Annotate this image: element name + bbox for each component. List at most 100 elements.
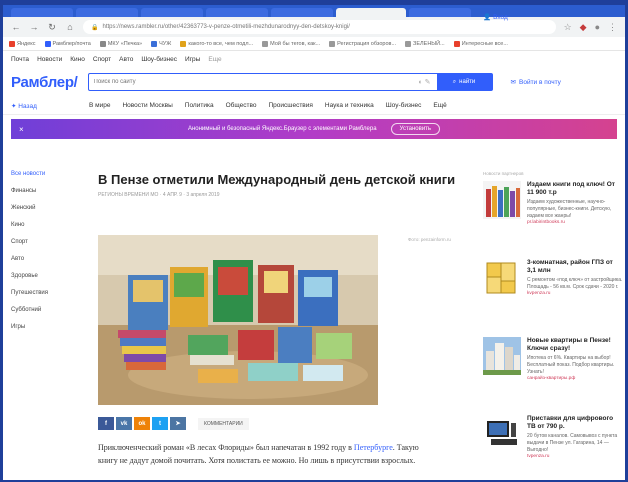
browser-tab-active[interactable] bbox=[336, 8, 406, 17]
section-science[interactable]: Наука и техника bbox=[325, 102, 374, 109]
left-nav-item[interactable]: Все новости bbox=[11, 171, 81, 188]
left-nav: Все новости Финансы Женский Кино Спорт А… bbox=[11, 171, 81, 341]
topnav-mail[interactable]: Почта bbox=[11, 56, 29, 63]
ad-card[interactable]: 3-комнатная, район ГПЗ от 3,1 млн С ремо… bbox=[483, 259, 623, 327]
left-nav-item[interactable]: Женский bbox=[11, 205, 81, 222]
bookmarks-bar: Яндекс Рамблер/почта МКУ «Печка» ЧУЖ как… bbox=[3, 37, 625, 51]
ad-text: Издаем художественные, научно-популярные… bbox=[527, 199, 612, 219]
ad-card[interactable]: Издаем книги под ключ! От 11 900 т.р Изд… bbox=[483, 181, 623, 249]
search-input[interactable] bbox=[88, 79, 413, 85]
article-photo[interactable] bbox=[98, 235, 378, 405]
share-bar: f vk ok t ➤ КОММЕНТАРИИ bbox=[98, 417, 249, 430]
ad-card[interactable]: Приставки для цифрового ТВ от 790 р. 20 … bbox=[483, 415, 623, 480]
left-nav-item[interactable]: Кино bbox=[11, 222, 81, 239]
browser-tab[interactable] bbox=[11, 8, 73, 17]
mail-login-link[interactable]: ✉ Войти в почту bbox=[510, 78, 561, 87]
browser-window: ← → ↻ ⌂ 🔒 https://news.rambler.ru/other/… bbox=[3, 5, 625, 480]
back-icon[interactable]: ← bbox=[11, 22, 21, 32]
facebook-icon[interactable]: f bbox=[98, 417, 114, 430]
topnav-more[interactable]: Еще bbox=[208, 56, 221, 63]
bookmark-item[interactable]: Яндекс bbox=[9, 40, 36, 47]
ad-text: 20 бутов каналов. Самовывоз с пункта выд… bbox=[527, 433, 618, 453]
vk-icon[interactable]: vk bbox=[116, 417, 132, 430]
bookmark-item[interactable]: ЧУЖ bbox=[151, 40, 171, 47]
bookmark-favicon-icon bbox=[9, 40, 15, 47]
main-content: Все новости Финансы Женский Кино Спорт А… bbox=[3, 163, 625, 480]
mail-icon: ✉ bbox=[510, 79, 516, 86]
left-nav-item[interactable]: Финансы bbox=[11, 188, 81, 205]
menu-icon[interactable]: ⋮ bbox=[608, 22, 617, 33]
site-header: Рамблер/ ◐ ✎ ⌕найти ✉Войти в почту bbox=[3, 67, 625, 97]
bookmark-favicon-icon bbox=[329, 40, 336, 47]
ad-source: tvpenza.ru bbox=[527, 454, 550, 459]
photo-credit: Фото: penzainform.ru bbox=[408, 237, 451, 242]
tv-receiver-thumbnail-icon bbox=[483, 415, 521, 453]
section-nav: ✦ Назад В мире Новости Москвы Политика О… bbox=[3, 97, 625, 115]
star-icon[interactable]: ☆ bbox=[564, 22, 572, 33]
browser-tab[interactable] bbox=[409, 8, 471, 17]
lock-icon: 🔒 bbox=[91, 24, 99, 31]
url-field[interactable]: 🔒 https://news.rambler.ru/other/42363773… bbox=[83, 20, 556, 34]
browser-tab[interactable] bbox=[76, 8, 138, 17]
install-button[interactable]: Установить bbox=[390, 123, 441, 135]
section-society[interactable]: Общество bbox=[226, 102, 257, 109]
bookmark-favicon-icon bbox=[180, 40, 187, 47]
left-nav-item[interactable]: Спорт bbox=[11, 239, 81, 256]
telegram-icon[interactable]: ➤ bbox=[170, 417, 186, 430]
bookmark-item[interactable]: Интересные все... bbox=[453, 40, 508, 47]
section-politics[interactable]: Политика bbox=[185, 102, 214, 109]
reload-icon[interactable]: ↻ bbox=[47, 22, 57, 33]
section-home-link[interactable]: ✦ Назад bbox=[11, 102, 77, 110]
bookmark-item[interactable]: ЗЕЛЕНЫЙ... bbox=[405, 40, 445, 47]
topnav-games[interactable]: Игры bbox=[185, 56, 200, 63]
article: В Пензе отметили Международный день детс… bbox=[98, 171, 473, 465]
section-more[interactable]: Ещё bbox=[433, 102, 446, 109]
bookmark-item[interactable]: Мой бы тегов, как... bbox=[262, 40, 320, 47]
browser-tab[interactable] bbox=[141, 8, 203, 17]
close-icon[interactable]: × bbox=[19, 125, 24, 134]
home-icon[interactable]: ⌂ bbox=[65, 22, 75, 32]
login-link[interactable]: 👤 Вход bbox=[483, 13, 623, 22]
voice-search-icon[interactable]: ◐ ✎ bbox=[413, 78, 437, 86]
ad-title: 3-комнатная, район ГПЗ от 3,1 млн bbox=[527, 259, 613, 274]
section-world[interactable]: В мире bbox=[89, 102, 110, 109]
section-incidents[interactable]: Происшествия bbox=[268, 102, 312, 109]
section-showbiz[interactable]: Шоу-бизнес bbox=[386, 102, 422, 109]
rambler-logo[interactable]: Рамблер/ bbox=[11, 74, 78, 91]
ad-title: Издаем книги под ключ! От 11 900 т.р bbox=[527, 181, 615, 196]
left-nav-item[interactable]: Игры bbox=[11, 324, 81, 341]
bookmark-item[interactable]: Рамблер/почта bbox=[44, 40, 91, 47]
promo-banner[interactable]: × Анонимный и безопасный Яндекс.Браузер … bbox=[11, 119, 617, 139]
bookmark-item[interactable]: МКУ «Печка» bbox=[99, 40, 142, 47]
twitter-icon[interactable]: t bbox=[152, 417, 168, 430]
topnav-news[interactable]: Новости bbox=[37, 56, 62, 63]
extension-icon[interactable]: ◆ bbox=[580, 22, 587, 33]
browser-tab[interactable] bbox=[271, 8, 333, 17]
bookmark-item[interactable]: Регистрация обзоров... bbox=[329, 40, 396, 47]
article-meta: РЕГИОНЫ ВРЕМЕНИ МО · 4 АПР. 9 · 3 апреля… bbox=[98, 192, 220, 198]
bookmark-favicon-icon bbox=[44, 40, 51, 47]
buildings-thumbnail-icon bbox=[483, 337, 521, 375]
forward-icon[interactable]: → bbox=[29, 22, 39, 32]
ad-text: Ипотека от 6%. Квартиры на выбор! Беспла… bbox=[527, 355, 615, 375]
section-moscow[interactable]: Новости Москвы bbox=[122, 102, 172, 109]
petersburg-link[interactable]: Петербурге bbox=[354, 443, 393, 452]
ad-source: kvpenza.ru bbox=[527, 291, 551, 296]
search-button[interactable]: ⌕ найти bbox=[436, 74, 492, 90]
topnav-auto[interactable]: Авто bbox=[119, 56, 133, 63]
bookmark-item[interactable]: какого-то все, чем подл... bbox=[180, 40, 253, 47]
left-nav-item[interactable]: Авто bbox=[11, 256, 81, 273]
topnav-kino[interactable]: Кино bbox=[70, 56, 85, 63]
article-title: В Пензе отметили Международный день детс… bbox=[98, 172, 456, 187]
browser-tab[interactable] bbox=[206, 8, 268, 17]
ad-card[interactable]: Новые квартиры в Пензе! Ключи сразу! Ипо… bbox=[483, 337, 623, 405]
left-nav-item[interactable]: Субботний bbox=[11, 307, 81, 324]
ad-source: санрайз-квартиры.рф bbox=[527, 376, 576, 381]
left-nav-item[interactable]: Здоровье bbox=[11, 273, 81, 290]
left-nav-item[interactable]: Путешествия bbox=[11, 290, 81, 307]
topnav-sport[interactable]: Спорт bbox=[93, 56, 111, 63]
topnav-showbiz[interactable]: Шоу-бизнес bbox=[141, 56, 177, 63]
profile-icon[interactable]: ● bbox=[595, 22, 600, 32]
comments-button[interactable]: КОММЕНТАРИИ bbox=[198, 417, 249, 430]
odnoklassniki-icon[interactable]: ok bbox=[134, 417, 150, 430]
